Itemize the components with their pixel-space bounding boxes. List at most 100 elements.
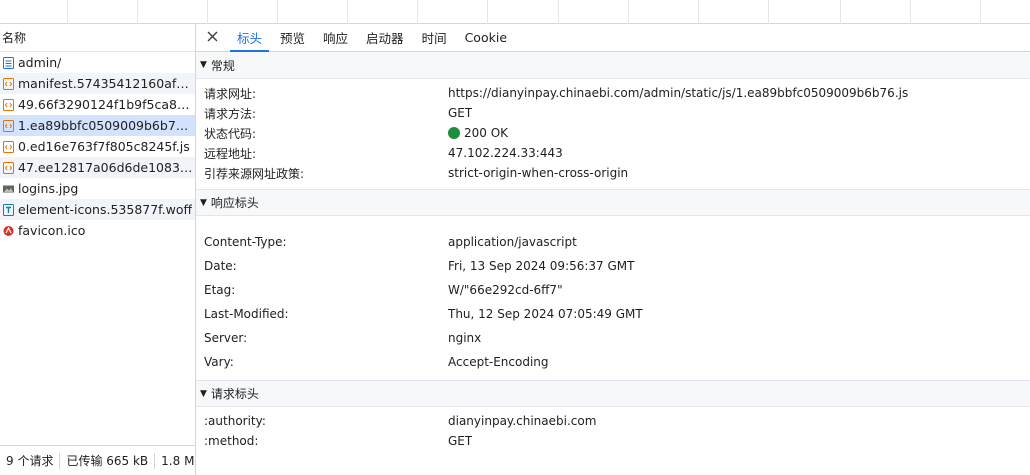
header-value[interactable]: 47.102.224.33:443 xyxy=(448,146,563,160)
script-icon xyxy=(3,140,14,153)
status-code-text: 200 OK xyxy=(464,126,509,140)
tab-headers[interactable]: 标头 xyxy=(228,24,271,52)
tab-timing[interactable]: 时间 xyxy=(413,24,456,51)
triangle-down-icon: ▼ xyxy=(200,60,207,70)
request-row[interactable]: element-icons.535877f.woff xyxy=(0,199,195,220)
request-row[interactable]: 49.66f3290124f1b9f5ca87.js xyxy=(0,94,195,115)
request-count: 9 个请求 xyxy=(0,452,61,469)
header-key: 请求网址: xyxy=(204,86,257,101)
request-name: 47.ee12817a06d6de10838a.js xyxy=(18,160,195,175)
close-icon xyxy=(207,31,218,45)
close-detail-button[interactable] xyxy=(196,24,228,51)
timeline-gridline xyxy=(840,0,841,24)
timeline-gridline xyxy=(207,0,208,24)
script-icon xyxy=(3,119,14,132)
general-section-toggle[interactable]: ▼ 常规 xyxy=(196,52,1030,79)
header-key: 请求方法: xyxy=(204,106,257,121)
request-name: 49.66f3290124f1b9f5ca87.js xyxy=(18,97,195,112)
section-title: 响应标头 xyxy=(210,196,259,210)
response-headers-section-toggle[interactable]: ▼ 响应标头 xyxy=(196,189,1030,216)
header-row: :method: GET xyxy=(196,431,1030,451)
request-row-selected[interactable]: 1.ea89bbfc0509009b6b76.js xyxy=(0,115,195,136)
request-headers-section-toggle[interactable]: ▼ 请求标头 xyxy=(196,380,1030,407)
request-name: manifest.57435412160af27... xyxy=(18,76,195,91)
header-row: Last-Modified: Thu, 12 Sep 2024 07:05:49… xyxy=(196,302,1030,326)
header-value[interactable]: GET xyxy=(448,434,472,448)
request-row[interactable]: manifest.57435412160af27... xyxy=(0,73,195,94)
header-value[interactable]: nginx xyxy=(448,331,481,345)
timeline-gridline xyxy=(67,0,68,24)
header-value[interactable]: https://dianyinpay.chinaebi.com/admin/st… xyxy=(448,86,908,100)
request-header-rows: :authority: dianyinpay.chinaebi.com :met… xyxy=(196,407,1030,457)
response-header-rows: Content-Type: application/javascript Dat… xyxy=(196,216,1030,380)
request-name: 1.ea89bbfc0509009b6b76.js xyxy=(18,118,195,133)
header-row: 请求方法: GET xyxy=(196,103,1030,123)
header-value[interactable]: GET xyxy=(448,106,472,120)
favicon-icon xyxy=(3,225,14,237)
request-name: element-icons.535877f.woff xyxy=(18,202,193,217)
timeline-gridline xyxy=(487,0,488,24)
timeline-gridline xyxy=(910,0,911,24)
header-key: 远程地址: xyxy=(204,146,257,161)
request-detail-panel: 标头 预览 响应 启动器 时间 Cookie ▼ 常规 请求网址: https:… xyxy=(196,24,1030,475)
general-rows: 请求网址: https://dianyinpay.chinaebi.com/ad… xyxy=(196,79,1030,189)
header-key: Vary: xyxy=(204,355,234,369)
timeline-gridline xyxy=(628,0,629,24)
header-value[interactable]: application/javascript xyxy=(448,235,577,249)
header-key: 状态代码: xyxy=(204,126,257,141)
header-row: Server: nginx xyxy=(196,326,1030,350)
header-value[interactable]: 200 OK xyxy=(448,126,508,140)
request-name: logins.jpg xyxy=(18,181,79,196)
header-value[interactable]: Fri, 13 Sep 2024 09:56:37 GMT xyxy=(448,259,635,273)
header-row: 状态代码: 200 OK xyxy=(196,123,1030,143)
timeline-gridline xyxy=(137,0,138,24)
resources-size: 1.8 M xyxy=(161,453,195,468)
request-list: admin/ manifest.57435412160af27... 49.66… xyxy=(0,52,195,241)
request-row[interactable]: 47.ee12817a06d6de10838a.js xyxy=(0,157,195,178)
request-name: favicon.ico xyxy=(18,223,86,238)
header-value[interactable]: dianyinpay.chinaebi.com xyxy=(448,414,596,428)
header-row: 引荐来源网址政策: strict-origin-when-cross-origi… xyxy=(196,163,1030,183)
request-row[interactable]: 0.ed16e763f7f805c8245f.js xyxy=(0,136,195,157)
tab-preview[interactable]: 预览 xyxy=(271,24,314,51)
header-value[interactable]: Thu, 12 Sep 2024 07:05:49 GMT xyxy=(448,307,643,321)
script-icon xyxy=(3,161,14,174)
timeline-gridline xyxy=(698,0,699,24)
detail-tabbar: 标头 预览 响应 启动器 时间 Cookie xyxy=(196,24,1030,52)
request-row[interactable]: favicon.ico xyxy=(0,220,195,241)
timeline-gridline xyxy=(768,0,769,24)
script-icon xyxy=(3,98,14,111)
header-key: :authority: xyxy=(204,414,266,428)
timeline-gridline xyxy=(980,0,981,24)
timeline-gridline xyxy=(558,0,559,24)
section-title: 常规 xyxy=(210,58,235,73)
transferred-size: 已传输 665 kB xyxy=(60,452,156,469)
name-column-header[interactable]: 名称 xyxy=(0,24,195,52)
image-icon xyxy=(3,183,14,195)
tab-initiator[interactable]: 启动器 xyxy=(357,24,413,51)
header-row: Content-Type: application/javascript xyxy=(196,230,1030,254)
request-row[interactable]: logins.jpg xyxy=(0,178,195,199)
triangle-down-icon: ▼ xyxy=(200,197,207,208)
header-value[interactable]: Accept-Encoding xyxy=(448,355,549,369)
timeline-gridline xyxy=(277,0,278,24)
header-row: Date: Fri, 13 Sep 2024 09:56:37 GMT xyxy=(196,254,1030,278)
header-key: 引荐来源网址政策: xyxy=(204,166,305,181)
request-list-panel: 名称 admin/ manifest.57435412160af27... 49… xyxy=(0,24,196,475)
tab-response[interactable]: 响应 xyxy=(314,24,357,51)
header-key: Etag: xyxy=(204,283,236,297)
header-value[interactable]: strict-origin-when-cross-origin xyxy=(448,166,628,180)
network-summary-bar: 9 个请求 已传输 665 kB 1.8 M xyxy=(0,445,195,475)
header-row: 远程地址: 47.102.224.33:443 xyxy=(196,143,1030,163)
request-name: 0.ed16e763f7f805c8245f.js xyxy=(18,139,190,154)
header-row: 请求网址: https://dianyinpay.chinaebi.com/ad… xyxy=(196,83,1030,103)
triangle-down-icon: ▼ xyxy=(200,388,207,399)
document-icon xyxy=(3,56,14,69)
status-ok-dot-icon xyxy=(448,127,460,139)
request-name: admin/ xyxy=(18,55,62,70)
request-row[interactable]: admin/ xyxy=(0,52,195,73)
font-icon xyxy=(3,203,14,216)
header-value[interactable]: W/"66e292cd-6ff7" xyxy=(448,283,563,297)
tab-cookies[interactable]: Cookie xyxy=(456,24,516,51)
timeline-overview[interactable] xyxy=(0,0,1030,24)
